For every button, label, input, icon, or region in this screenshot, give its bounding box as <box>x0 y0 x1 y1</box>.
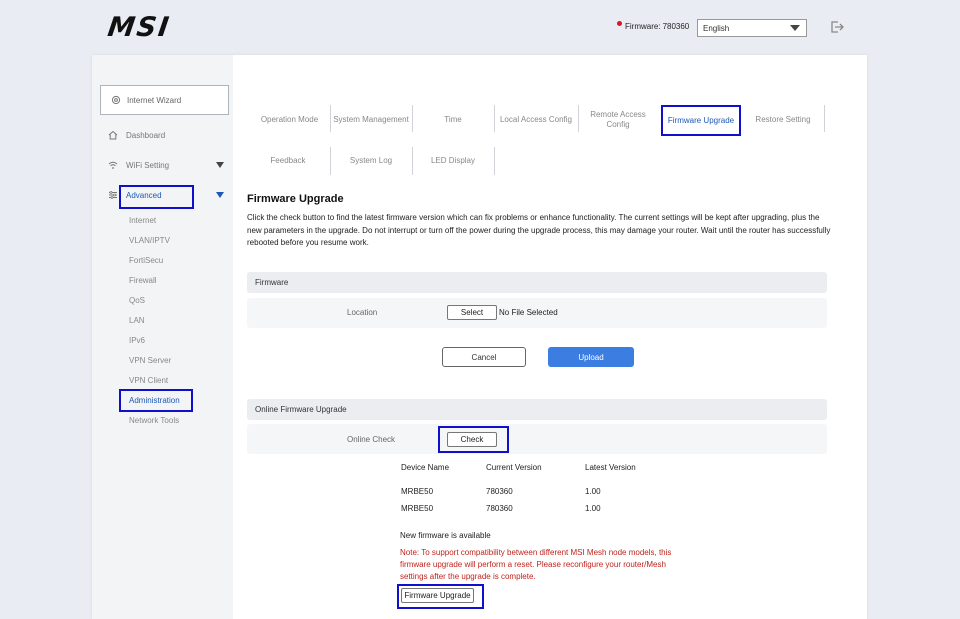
sidebar-sub-item-ipv6[interactable]: IPv6 <box>129 336 145 345</box>
table-cell: 780360 <box>486 504 513 513</box>
wifi-label: WiFi Setting <box>126 160 170 170</box>
tab-separator <box>330 105 331 132</box>
tab-remote-access-config[interactable]: Remote Access Config <box>584 107 652 133</box>
logo-text: MSI <box>105 11 173 43</box>
sidebar-item-wifi[interactable]: WiFi Setting <box>108 160 169 170</box>
tab-separator <box>412 147 413 175</box>
cancel-label: Cancel <box>471 352 497 362</box>
select-file-label: Select <box>460 308 484 317</box>
table-cell: 1.00 <box>585 504 601 513</box>
sidebar-sub-item-vlan-iptv[interactable]: VLAN/IPTV <box>129 236 170 245</box>
online-upgrade-section-title: Online Firmware Upgrade <box>255 405 347 414</box>
tab-time[interactable]: Time <box>414 107 492 133</box>
tab-led-display[interactable]: LED Display <box>414 148 492 174</box>
select-file-button[interactable]: Select <box>447 305 497 320</box>
online-upgrade-section-header: Online Firmware Upgrade <box>247 399 827 420</box>
firmware-section-title: Firmware <box>255 278 289 287</box>
msi-logo: MSI <box>105 11 173 43</box>
firmware-upgrade-tab-highlight-box <box>661 105 741 136</box>
notification-dot-icon <box>617 21 622 26</box>
wifi-icon <box>108 161 118 169</box>
sidebar-sub-item-firewall[interactable]: Firewall <box>129 276 157 285</box>
tab-separator <box>824 105 825 132</box>
column-header-device-name: Device Name <box>401 463 450 472</box>
online-check-label: Online Check <box>347 435 396 444</box>
main-panel: Internet Wizard Dashboard WiFi Setting A… <box>92 55 867 619</box>
dashboard-label: Dashboard <box>126 130 166 140</box>
sliders-icon <box>109 191 117 199</box>
sidebar-item-dashboard[interactable]: Dashboard <box>108 130 165 140</box>
tab-separator <box>494 105 495 132</box>
settings-icon <box>111 95 121 105</box>
file-status: No File Selected <box>499 308 558 317</box>
internet-wizard-label: Internet Wizard <box>127 95 182 105</box>
language-select[interactable]: English <box>697 19 807 37</box>
language-value: English <box>703 23 730 33</box>
tab-separator <box>494 147 495 175</box>
firmware-upgrade-highlight-box <box>397 584 484 609</box>
upload-label: Upload <box>578 352 604 362</box>
tab-restore-setting[interactable]: Restore Setting <box>745 107 821 133</box>
sidebar-sub-item-vpn-client[interactable]: VPN Client <box>129 376 168 385</box>
check-highlight-box <box>438 426 509 453</box>
tab-operation-mode[interactable]: Operation Mode <box>252 107 327 133</box>
logout-icon[interactable] <box>830 20 844 34</box>
column-header-current-version: Current Version <box>486 463 542 472</box>
sidebar-sub-item-fortisecu[interactable]: FortiSecu <box>129 256 163 265</box>
tab-system-log[interactable]: System Log <box>332 148 410 174</box>
upload-button[interactable]: Upload <box>548 347 634 367</box>
tab-feedback[interactable]: Feedback <box>250 148 326 174</box>
tab-separator <box>330 147 331 175</box>
online-check-row <box>247 424 827 454</box>
table-cell: MRBE50 <box>401 504 434 513</box>
administration-highlight-box <box>119 389 193 412</box>
chevron-down-icon[interactable] <box>216 192 224 198</box>
sidebar-sub-item-qos[interactable]: QoS <box>129 296 145 305</box>
tab-separator <box>578 105 579 132</box>
location-label: Location <box>347 308 378 317</box>
chevron-down-icon <box>790 25 800 31</box>
tab-local-access-config[interactable]: Local Access Config <box>496 107 576 133</box>
internet-wizard-button[interactable]: Internet Wizard <box>100 85 229 115</box>
column-header-latest-version: Latest Version <box>585 463 636 472</box>
tab-system-management[interactable]: System Management <box>332 107 410 133</box>
sidebar-sub-item-internet[interactable]: Internet <box>129 216 156 225</box>
sidebar-sub-item-lan[interactable]: LAN <box>129 316 145 325</box>
firmware-status-text: New firmware is available <box>400 531 491 540</box>
sidebar: Internet Wizard Dashboard WiFi Setting A… <box>92 55 233 619</box>
page-title: Firmware Upgrade <box>247 193 344 205</box>
firmware-section-header: Firmware <box>247 272 827 293</box>
firmware-version: Firmware: 780360 <box>617 21 690 31</box>
home-icon <box>108 130 118 140</box>
page-description: Click the check button to find the lates… <box>247 213 831 247</box>
sidebar-sub-item-network-tools[interactable]: Network Tools <box>129 416 179 425</box>
tab-separator <box>412 105 413 132</box>
firmware-label: Firmware: <box>625 22 661 31</box>
sidebar-sub-item-vpn-server[interactable]: VPN Server <box>129 356 171 365</box>
advanced-highlight-box <box>119 185 194 209</box>
table-cell: MRBE50 <box>401 487 434 496</box>
upgrade-reset-note: Note: To support compatibility between d… <box>400 548 672 581</box>
firmware-value: 780360 <box>662 22 690 31</box>
table-cell: 1.00 <box>585 487 601 496</box>
chevron-down-icon[interactable] <box>216 162 224 168</box>
table-cell: 780360 <box>486 487 513 496</box>
cancel-button[interactable]: Cancel <box>442 347 526 367</box>
